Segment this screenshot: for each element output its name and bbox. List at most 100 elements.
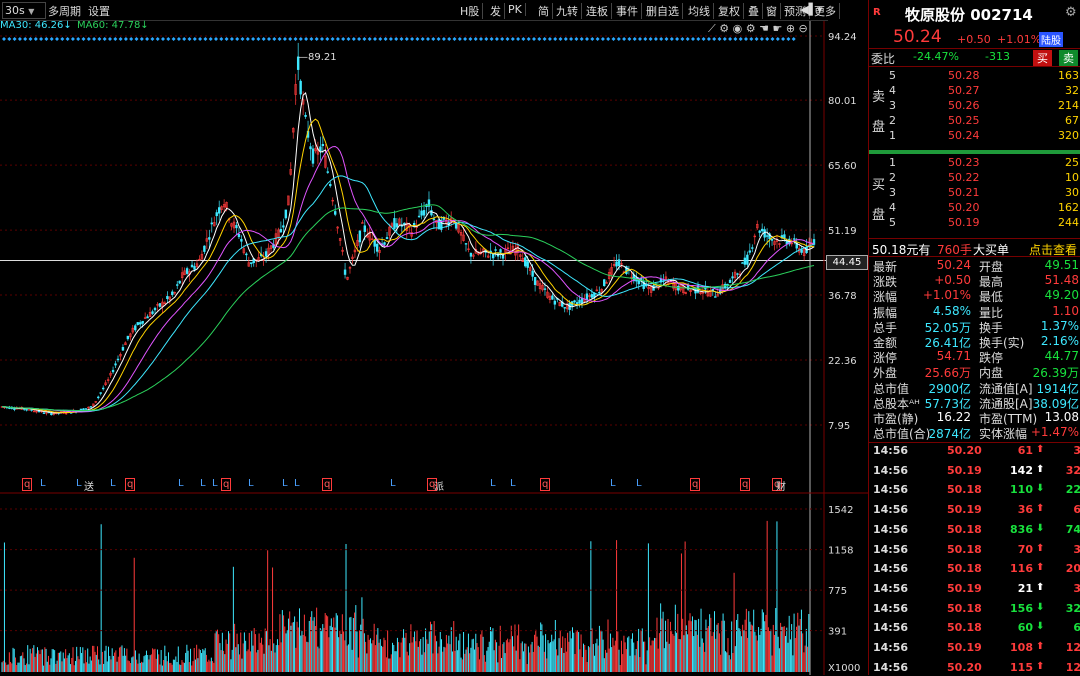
bid-row[interactable]: 1 50.23 25 — [869, 156, 1080, 171]
multi-period-button[interactable]: 多周期 — [48, 3, 81, 19]
event-marker-L[interactable]: L — [248, 478, 254, 489]
event-marker-L[interactable]: L — [212, 478, 218, 489]
signal-dot — [664, 37, 669, 41]
signal-dot — [187, 37, 192, 41]
settings-button[interactable]: 设置 — [88, 3, 110, 19]
bid-row[interactable]: 4 50.20 162 — [869, 201, 1080, 216]
event-marker-L[interactable]: L — [110, 478, 116, 489]
toolbar-item-9[interactable]: 复权 — [718, 3, 744, 19]
tick-price: 50.19 — [947, 463, 982, 477]
gear2-icon[interactable]: ⚙ — [746, 22, 756, 35]
toolbar-item-1[interactable]: 发 — [490, 3, 505, 19]
toolbar-item-5[interactable]: 连板 — [586, 3, 612, 19]
toolbar-item-4[interactable]: 九转 — [556, 3, 582, 19]
ask-price: 50.26 — [948, 99, 980, 112]
candle-body — [89, 406, 93, 408]
ask-price: 50.27 — [948, 84, 980, 97]
arrow-up-icon: ⬆ — [1036, 641, 1045, 652]
signal-dot — [39, 37, 44, 41]
candle-body — [526, 261, 529, 268]
hand-icon[interactable]: ☚ — [759, 22, 769, 35]
dropdown-icon[interactable]: ▾ — [817, 3, 823, 16]
signal-dot — [33, 37, 38, 41]
signal-dot — [44, 37, 49, 41]
ask-row[interactable]: 1 50.24 320 — [869, 129, 1080, 144]
toolbar-item-11[interactable]: 窗 — [766, 3, 781, 19]
candle-body — [237, 234, 241, 238]
kline-chart[interactable]: 94.2480.0165.6051.1936.7822.367.95 15421… — [0, 0, 868, 675]
candle-body — [711, 289, 715, 291]
event-marker-L[interactable]: L — [200, 478, 206, 489]
event-marker-L[interactable]: L — [636, 478, 642, 489]
event-marker-q[interactable]: q — [22, 478, 33, 491]
event-marker-q[interactable]: q — [540, 478, 551, 491]
period-select[interactable]: 30s ▼ — [2, 2, 46, 19]
signal-dot — [521, 37, 526, 41]
hand2-icon[interactable]: ☛ — [772, 22, 782, 35]
eye-icon[interactable]: ◉ — [733, 22, 743, 35]
event-marker-q[interactable]: q — [322, 478, 333, 491]
toolbar-item-8[interactable]: 均线 — [688, 3, 714, 19]
arrow-down-icon: ⬇ — [1036, 601, 1045, 613]
event-marker-L[interactable]: L — [40, 478, 46, 489]
signal-dot — [55, 37, 59, 41]
event-marker-q[interactable]: q — [221, 478, 232, 491]
event-marker-L[interactable]: L — [390, 478, 396, 489]
crosshair-icon[interactable]: ⟋ — [708, 22, 716, 35]
back-arrow-icon[interactable]: ◀▌ — [800, 3, 817, 16]
ask-price: 50.24 — [948, 129, 980, 142]
toolbar-item-3[interactable]: 简 — [538, 3, 553, 19]
event-marker-L[interactable]: L — [178, 478, 184, 489]
signal-dot — [49, 37, 54, 41]
candle-body — [203, 245, 206, 252]
event-extra-0[interactable]: 送 — [84, 478, 94, 493]
weibi-label: 委比 — [871, 52, 896, 66]
signal-dot — [118, 37, 123, 41]
zoom-in-icon[interactable]: ⊕ — [786, 22, 795, 35]
zoom-out-icon[interactable]: ⊖ — [799, 22, 808, 35]
bid-vol: 162 — [1058, 201, 1079, 214]
event-marker-L[interactable]: L — [610, 478, 616, 489]
toolbar-item-0[interactable]: H股 — [460, 3, 484, 19]
signal-dot — [182, 37, 187, 41]
candle-body — [551, 295, 554, 300]
toolbar-item-2[interactable]: PK — [508, 3, 526, 16]
ask-row[interactable]: 3 50.26 214 — [869, 99, 1080, 114]
event-marker-L[interactable]: L — [294, 478, 300, 489]
signal-dot — [383, 37, 388, 41]
gear-icon[interactable]: ⚙ — [1065, 5, 1077, 20]
candle-body — [533, 277, 537, 285]
candle-body — [101, 387, 105, 390]
toolbar-item-7[interactable]: 删自选 — [646, 3, 683, 19]
bid-row[interactable]: 3 50.21 30 — [869, 186, 1080, 201]
ask-row[interactable]: 4 50.27 32 — [869, 84, 1080, 99]
sell-button[interactable]: 卖 — [1059, 50, 1078, 66]
event-marker-L[interactable]: L — [490, 478, 496, 489]
toolbar-item-6[interactable]: 事件 — [616, 3, 642, 19]
event-marker-L[interactable]: L — [510, 478, 516, 489]
bid-row[interactable]: 2 50.22 10 — [869, 171, 1080, 186]
candle-body — [422, 210, 426, 216]
ask-row[interactable]: 5 50.28 163 — [869, 69, 1080, 84]
candle-body — [494, 249, 497, 251]
event-marker-q[interactable]: q — [740, 478, 751, 491]
event-extra-2[interactable]: 财 — [776, 478, 786, 493]
event-extra-1[interactable]: 派 — [434, 478, 444, 493]
ask-row[interactable]: 2 50.25 67 — [869, 114, 1080, 129]
connect-badge[interactable]: 陆股 — [1039, 32, 1063, 47]
event-marker-q[interactable]: q — [690, 478, 701, 491]
candle-body — [153, 307, 157, 311]
buy-button[interactable]: 买 — [1033, 50, 1052, 66]
event-marker-q[interactable]: q — [125, 478, 136, 491]
toolbar-item-10[interactable]: 叠 — [748, 3, 763, 19]
bid-row[interactable]: 5 50.19 244 — [869, 216, 1080, 231]
event-marker-L[interactable]: L — [76, 478, 82, 489]
gear-icon[interactable]: ⚙ — [719, 22, 729, 35]
big-order-row[interactable]: 50.18元有 760手 大买单 点击查看 — [869, 241, 1080, 257]
arrow-up-icon: ⬆ — [1036, 463, 1045, 475]
signal-dot — [781, 37, 786, 41]
signal-dot — [65, 37, 70, 41]
tick-count: 12 — [1065, 660, 1080, 674]
event-marker-L[interactable]: L — [282, 478, 288, 489]
candle-body — [329, 183, 332, 187]
